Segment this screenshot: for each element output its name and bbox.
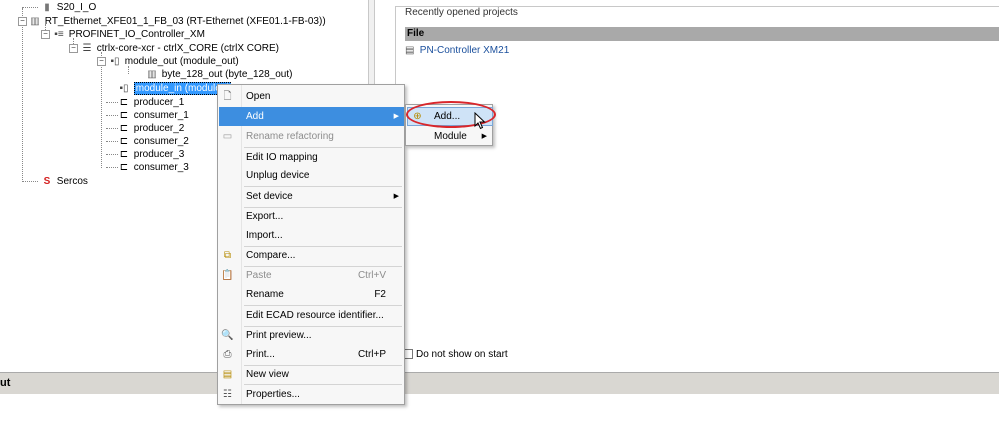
menu-item-edit-ecad[interactable]: Edit ECAD resource identifier... (218, 306, 404, 325)
sercos-icon: S (43, 176, 51, 187)
context-menu: 🗋 Open Add ▶ ▭ Rename refactoring Edit I… (217, 84, 405, 405)
properties-icon: ☷ (223, 389, 232, 400)
tree-item-consumer-2[interactable]: ⊏ consumer_2 (117, 135, 189, 148)
tree-guide (101, 52, 102, 168)
menu-item-rename-refactoring[interactable]: ▭ Rename refactoring (218, 127, 404, 146)
profinet-icon: ▪≡ (54, 29, 64, 40)
tree-item-profinet-controller[interactable]: ▪≡ PROFINET_IO_Controller_XM (52, 28, 205, 41)
document-icon: 🗋 (223, 91, 232, 102)
module-icon: ▪▯ (110, 56, 120, 67)
print-preview-icon: 🔍 (221, 330, 234, 341)
ctrlx-core-icon: ☰ (82, 43, 92, 54)
menu-item-edit-io-mapping[interactable]: Edit IO mapping (218, 148, 404, 167)
new-view-icon: ▤ (222, 369, 233, 380)
submenu-arrow-icon: ▶ (393, 113, 399, 120)
ethernet-device-icon: ▥ (30, 16, 40, 27)
compare-icon: ⧉ (223, 250, 232, 261)
menu-item-export[interactable]: Export... (218, 207, 404, 226)
recent-projects-title: Recently opened projects (403, 7, 520, 18)
menu-item-rename[interactable]: Rename F2 (218, 285, 404, 304)
producer-icon: ⊏ (119, 97, 129, 108)
tree-item-rt-ethernet[interactable]: ▥ RT_Ethernet_XFE01_1_FB_03 (RT-Ethernet… (28, 15, 325, 28)
menu-item-import[interactable]: Import... (218, 226, 404, 245)
printer-icon: ⎙ (223, 349, 232, 360)
menu-item-unplug-device[interactable]: Unplug device (218, 166, 404, 185)
byte-icon: ▥ (147, 69, 157, 80)
menu-item-compare[interactable]: ⧉ Compare... (218, 246, 404, 265)
menu-item-paste[interactable]: 📋 Paste Ctrl+V (218, 266, 404, 285)
tree-item-consumer-1[interactable]: ⊏ consumer_1 (117, 109, 189, 122)
menu-item-print-preview[interactable]: 🔍 Print preview... (218, 326, 404, 345)
mouse-cursor-icon (474, 112, 486, 130)
tree-item-module-out[interactable]: ▪▯ module_out (module_out) (108, 55, 238, 68)
submenu-arrow-icon: ▶ (393, 193, 399, 200)
tree-item-s20-io[interactable]: ▮ S20_I_O (40, 1, 96, 14)
menu-item-set-device[interactable]: Set device ▶ (218, 187, 404, 206)
consumer-icon: ⊏ (119, 162, 129, 173)
tree-expander[interactable]: − (97, 57, 106, 66)
tree-item-producer-1[interactable]: ⊏ producer_1 (117, 96, 185, 109)
tree-expander[interactable]: − (41, 30, 50, 39)
menu-item-new-view[interactable]: ▤ New view (218, 365, 404, 384)
tree-item-ctrlx-core[interactable]: ☰ ctrlx-core-xcr - ctrlX_CORE (ctrlX COR… (80, 42, 280, 55)
bottom-pane-label: ut (0, 377, 11, 389)
tree-guide (22, 181, 38, 182)
menu-item-open[interactable]: 🗋 Open (218, 87, 404, 106)
menu-item-properties[interactable]: ☷ Properties... (218, 385, 404, 404)
menu-item-print[interactable]: ⎙ Print... Ctrl+P (218, 345, 404, 364)
tree-item-sercos[interactable]: S Sercos (40, 175, 88, 188)
consumer-icon: ⊏ (119, 110, 129, 121)
tree-guide (22, 8, 23, 182)
dont-show-on-start-checkbox[interactable]: Do not show on start (403, 349, 508, 361)
consumer-icon: ⊏ (119, 136, 129, 147)
tree-expander[interactable]: − (18, 17, 27, 26)
paste-icon: 📋 (221, 270, 234, 281)
tree-item-module-in[interactable]: ▪▯ module_in (module_i (117, 82, 231, 95)
recent-project-label: PN-Controller XM21 (419, 45, 510, 56)
tree-item-producer-3[interactable]: ⊏ producer_3 (117, 148, 185, 161)
dont-show-label: Do not show on start (416, 349, 508, 360)
rename-icon: ▭ (222, 131, 233, 142)
menu-item-add[interactable]: Add ▶ (219, 107, 404, 126)
recent-project-link[interactable]: ▤ PN-Controller XM21 (405, 44, 509, 58)
tree-item-byte-128-out[interactable]: ▥ byte_128_out (byte_128_out) (145, 68, 292, 81)
tree-item-consumer-3[interactable]: ⊏ consumer_3 (117, 161, 189, 174)
file-column-header[interactable]: File (405, 27, 999, 41)
bottom-pane-tab-bar: ut (0, 372, 999, 394)
module-icon: ▪▯ (119, 83, 129, 94)
tree-expander[interactable]: − (69, 44, 78, 53)
tree-guide (22, 7, 38, 8)
project-file-icon: ▤ (405, 45, 415, 56)
tree-item-producer-2[interactable]: ⊏ producer_2 (117, 122, 185, 135)
io-module-icon: ▮ (44, 2, 50, 13)
producer-icon: ⊏ (119, 149, 129, 160)
producer-icon: ⊏ (119, 123, 129, 134)
